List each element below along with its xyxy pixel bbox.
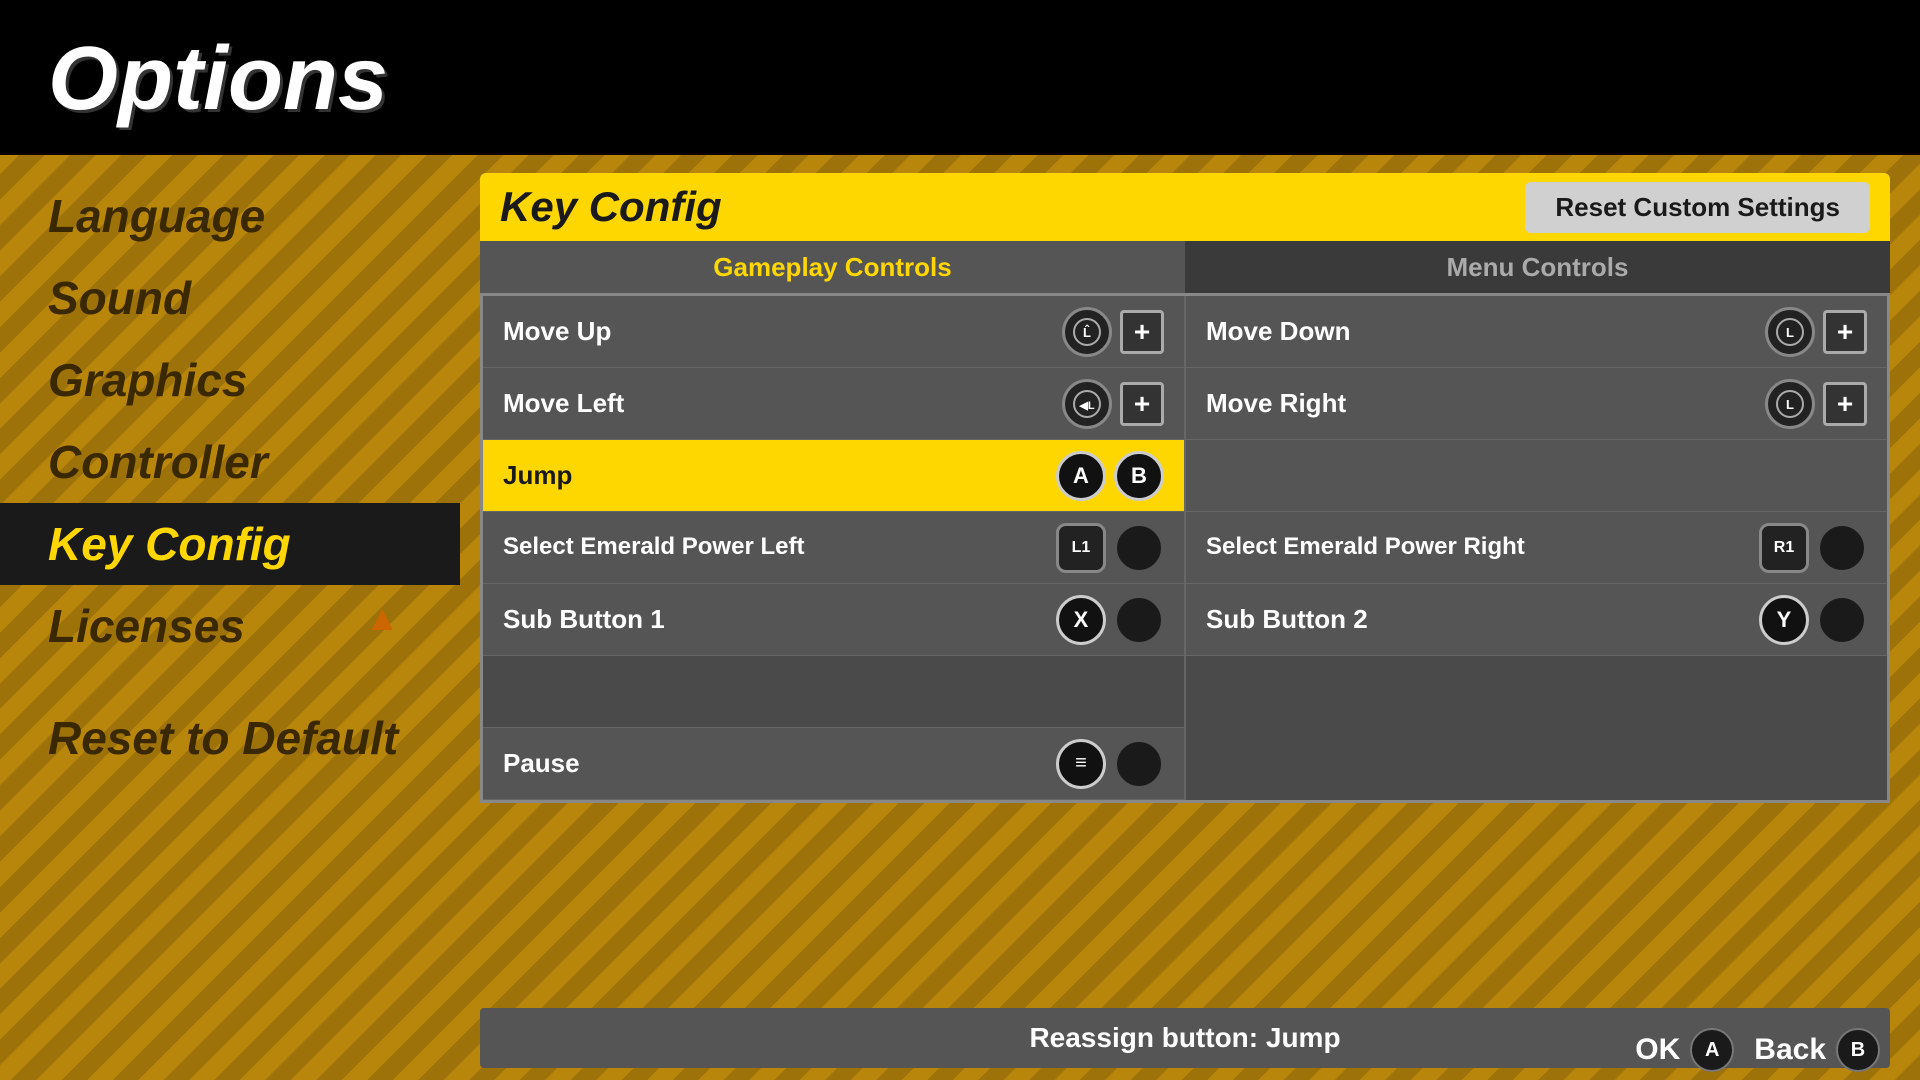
- control-buttons-sub1: X: [1056, 595, 1164, 645]
- right-panel: Key Config Reset Custom Settings Gamepla…: [480, 173, 1890, 1000]
- controls-right-column: Move Down L + Move Right L: [1186, 296, 1887, 800]
- svg-text:L: L: [1786, 397, 1794, 412]
- svg-text:◀L: ◀L: [1078, 400, 1094, 412]
- tab-menu-controls[interactable]: Menu Controls: [1185, 241, 1890, 293]
- status-text: Reassign button: Jump: [1029, 1022, 1340, 1054]
- btn-x: X: [1056, 595, 1106, 645]
- control-buttons-jump: A B: [1056, 451, 1164, 501]
- sidebar-reset-default[interactable]: Reset to Default: [0, 697, 460, 779]
- control-row-empty-jump: [1186, 440, 1887, 512]
- control-row-sub-button-1[interactable]: Sub Button 1 X: [483, 584, 1184, 656]
- control-row-move-left[interactable]: Move Left ◀L +: [483, 368, 1184, 440]
- btn-menu: ≡: [1056, 739, 1106, 789]
- control-buttons-move-up: L̂ +: [1062, 307, 1164, 357]
- control-row-select-emerald-right[interactable]: Select Emerald Power Right R1: [1186, 512, 1887, 584]
- sidebar-item-licenses[interactable]: Licenses: [0, 585, 460, 667]
- btn-dark-sub1: [1114, 595, 1164, 645]
- back-label: Back: [1754, 1033, 1826, 1067]
- control-label-move-up: Move Up: [503, 316, 611, 347]
- control-buttons-sub2: Y: [1759, 595, 1867, 645]
- control-label-select-emerald-left: Select Emerald Power Left: [503, 533, 804, 562]
- back-button[interactable]: Back B: [1754, 1028, 1880, 1072]
- btn-l1: L1: [1056, 523, 1106, 573]
- control-row-pause[interactable]: Pause ≡: [483, 728, 1184, 800]
- control-row-empty-left: [483, 656, 1184, 728]
- top-bar: Options: [0, 0, 1920, 145]
- control-row-move-right[interactable]: Move Right L +: [1186, 368, 1887, 440]
- btn-stick-down: L: [1765, 307, 1815, 357]
- btn-b-jump: B: [1114, 451, 1164, 501]
- sidebar-item-controller[interactable]: Controller: [0, 421, 460, 503]
- btn-dark-emerald-right: [1817, 523, 1867, 573]
- control-label-move-right: Move Right: [1206, 388, 1346, 419]
- tab-gameplay-controls[interactable]: Gameplay Controls: [480, 241, 1185, 293]
- sidebar-item-sound[interactable]: Sound: [0, 257, 460, 339]
- reset-custom-settings-button[interactable]: Reset Custom Settings: [1525, 182, 1870, 233]
- page-title: Options: [48, 28, 388, 131]
- bottom-nav: OK A Back B: [1635, 1028, 1880, 1072]
- control-label-select-emerald-right: Select Emerald Power Right: [1206, 533, 1525, 562]
- control-label-sub-button-1: Sub Button 1: [503, 604, 665, 635]
- btn-a-jump: A: [1056, 451, 1106, 501]
- control-label-pause: Pause: [503, 748, 580, 779]
- svg-text:L: L: [1786, 325, 1794, 340]
- btn-dark-emerald-left: [1114, 523, 1164, 573]
- sidebar: Language Sound Graphics Controller Key C…: [0, 155, 460, 1080]
- btn-plus-right: +: [1823, 382, 1867, 426]
- sidebar-item-graphics[interactable]: Graphics: [0, 339, 460, 421]
- controls-area: Move Up L̂ + Move Left ◀L: [480, 293, 1890, 803]
- main-content: Language Sound Graphics Controller Key C…: [0, 155, 1920, 1080]
- key-config-title: Key Config: [500, 183, 722, 231]
- control-buttons-move-left: ◀L +: [1062, 379, 1164, 429]
- btn-plus-left: +: [1120, 382, 1164, 426]
- sidebar-item-key-config[interactable]: Key Config: [0, 503, 460, 585]
- control-label-move-down: Move Down: [1206, 316, 1350, 347]
- btn-stick-left: ◀L: [1062, 379, 1112, 429]
- control-buttons-move-right: L +: [1765, 379, 1867, 429]
- ok-button[interactable]: OK A: [1635, 1028, 1734, 1072]
- zigzag-separator: [0, 130, 1920, 155]
- control-row-move-up[interactable]: Move Up L̂ +: [483, 296, 1184, 368]
- btn-stick-right: L: [1765, 379, 1815, 429]
- control-buttons-move-down: L +: [1765, 307, 1867, 357]
- tab-row: Gameplay Controls Menu Controls: [480, 241, 1890, 293]
- control-buttons-emerald-left: L1: [1056, 523, 1164, 573]
- control-buttons-pause: ≡: [1056, 739, 1164, 789]
- control-buttons-emerald-right: R1: [1759, 523, 1867, 573]
- control-label-move-left: Move Left: [503, 388, 624, 419]
- ok-btn-letter: A: [1705, 1039, 1719, 1062]
- controls-left-column: Move Up L̂ + Move Left ◀L: [483, 296, 1186, 800]
- control-label-jump: Jump: [503, 460, 572, 491]
- btn-dark-sub2: [1817, 595, 1867, 645]
- ok-btn-icon: A: [1690, 1028, 1734, 1072]
- key-config-header: Key Config Reset Custom Settings: [480, 173, 1890, 241]
- btn-y: Y: [1759, 595, 1809, 645]
- svg-text:L̂: L̂: [1083, 324, 1091, 339]
- control-row-jump[interactable]: Jump A B: [483, 440, 1184, 512]
- control-label-sub-button-2: Sub Button 2: [1206, 604, 1368, 635]
- btn-plus-down: +: [1823, 310, 1867, 354]
- btn-stick-up: L̂: [1062, 307, 1112, 357]
- btn-r1: R1: [1759, 523, 1809, 573]
- sidebar-item-language[interactable]: Language: [0, 175, 460, 257]
- control-row-move-down[interactable]: Move Down L +: [1186, 296, 1887, 368]
- btn-dark-pause: [1114, 739, 1164, 789]
- btn-plus-up: +: [1120, 310, 1164, 354]
- control-row-sub-button-2[interactable]: Sub Button 2 Y: [1186, 584, 1887, 656]
- back-btn-letter: B: [1851, 1039, 1865, 1062]
- control-row-select-emerald-left[interactable]: Select Emerald Power Left L1: [483, 512, 1184, 584]
- back-btn-icon: B: [1836, 1028, 1880, 1072]
- ok-label: OK: [1635, 1033, 1680, 1067]
